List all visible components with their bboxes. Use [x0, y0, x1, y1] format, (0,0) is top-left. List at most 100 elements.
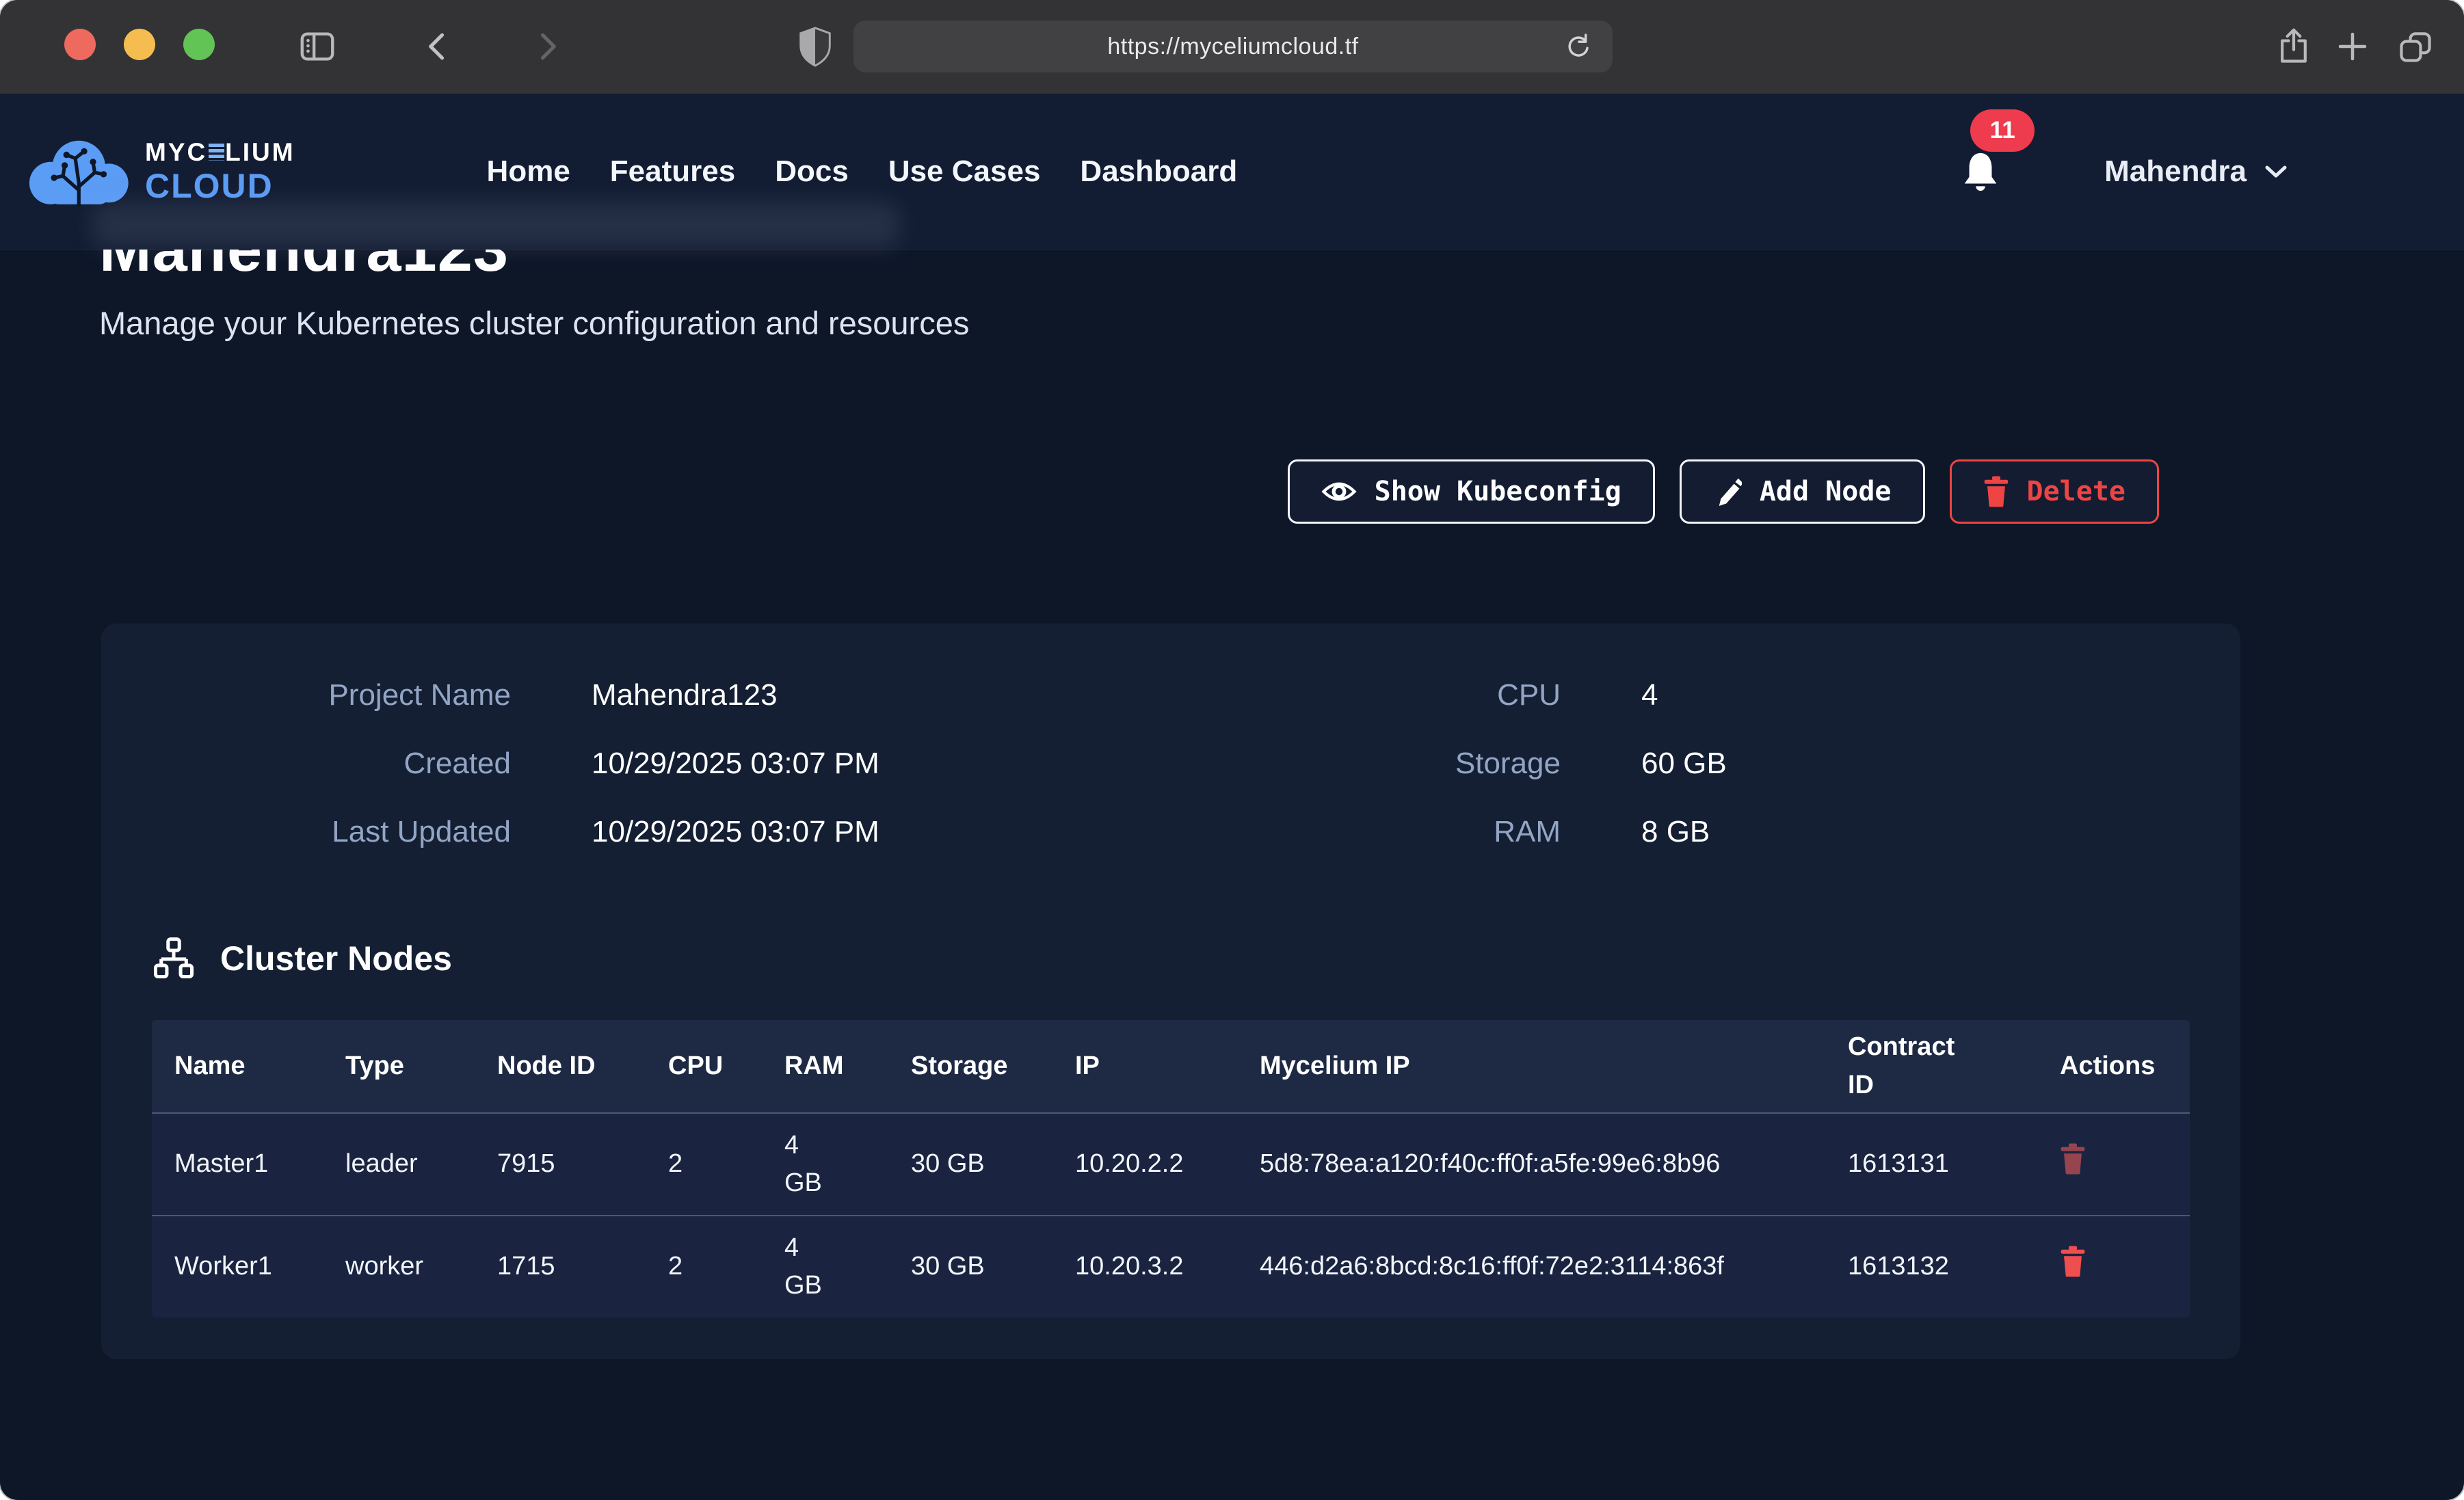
delete-cluster-button[interactable]: Delete: [1950, 459, 2160, 524]
cell-ram: 4 GB: [762, 1127, 888, 1202]
col-cpu: CPU: [646, 1047, 762, 1085]
col-ip: IP: [1052, 1047, 1237, 1085]
cell-cpu: 2: [646, 1145, 762, 1183]
tab-overview-icon: [2396, 27, 2435, 66]
cell-actions: [2037, 1246, 2190, 1288]
bell-icon: [1959, 149, 2002, 194]
nav-docs[interactable]: Docs: [775, 155, 849, 189]
browser-window: https://myceliumcloud.tf: [0, 0, 2464, 1500]
col-node-id: Node ID: [475, 1047, 646, 1085]
cluster-nodes-title: Cluster Nodes: [220, 939, 452, 978]
cpu-row: CPU 4: [1260, 678, 1727, 712]
browser-chrome: https://myceliumcloud.tf: [0, 0, 2464, 94]
logo-e-bars: E: [209, 144, 224, 161]
minimize-window-button[interactable]: [124, 29, 155, 60]
cell-contract-id: 1613131: [1825, 1145, 2037, 1183]
back-chevron-icon: [419, 27, 457, 66]
url-bar[interactable]: https://myceliumcloud.tf: [853, 21, 1613, 72]
reload-button[interactable]: [1556, 25, 1600, 68]
cell-mycelium-ip: 446:d2a6:8bcd:8c16:ff0f:72e2:3114:863f: [1237, 1248, 1825, 1285]
zoom-window-button[interactable]: [183, 29, 215, 60]
cluster-info-right: CPU 4 Storage 60 GB RAM 8 GB: [1260, 678, 1727, 849]
logo[interactable]: MYCELIUM CLOUD: [21, 131, 295, 212]
storage-row: Storage 60 GB: [1260, 747, 1727, 781]
shield-icon: [797, 26, 834, 67]
traffic-lights: [64, 29, 215, 60]
sidebar-toggle-icon: [297, 27, 337, 66]
cell-mycelium-ip: 5d8:78ea:a120:f40c:ff0f:a5fe:99e6:8b96: [1237, 1145, 1825, 1183]
cell-name: Worker1: [152, 1248, 323, 1285]
back-button[interactable]: [416, 25, 460, 68]
cluster-info-grid: Project Name Mahendra123 Created 10/29/2…: [152, 678, 2190, 849]
share-button[interactable]: [2272, 25, 2316, 68]
show-kubeconfig-button[interactable]: Show Kubeconfig: [1288, 459, 1655, 524]
cell-contract-id: 1613132: [1825, 1248, 2037, 1285]
notification-badge: 11: [1970, 109, 2035, 152]
new-tab-button[interactable]: [2331, 25, 2374, 68]
logo-text: MYCELIUM CLOUD: [145, 139, 295, 203]
logo-line2: CLOUD: [145, 169, 295, 203]
refresh-icon: [1563, 31, 1594, 62]
col-storage: Storage: [888, 1047, 1052, 1085]
delete-label: Delete: [2027, 476, 2126, 507]
project-name-label: Project Name: [152, 678, 511, 712]
col-actions: Actions: [2037, 1047, 2190, 1085]
tab-overview-button[interactable]: [2394, 25, 2437, 68]
last-updated-label: Last Updated: [152, 815, 511, 849]
url-text: https://myceliumcloud.tf: [1107, 34, 1358, 60]
eye-icon: [1321, 478, 1357, 505]
trash-icon: [2060, 1143, 2086, 1175]
pencil-icon: [1713, 476, 1742, 507]
page-subtitle: Manage your Kubernetes cluster configura…: [99, 304, 2464, 342]
user-menu[interactable]: Mahendra: [2104, 155, 2288, 189]
page-content: Mahendra123 Manage your Kubernetes clust…: [0, 215, 2464, 1466]
cell-type: leader: [323, 1145, 475, 1183]
col-ram: RAM: [762, 1047, 888, 1085]
cpu-label: CPU: [1260, 678, 1561, 712]
user-name: Mahendra: [2104, 155, 2247, 189]
nodes-table: Name Type Node ID CPU RAM Storage IP Myc…: [152, 1020, 2190, 1317]
cell-actions: [2037, 1143, 2190, 1186]
last-updated-row: Last Updated 10/29/2025 03:07 PM: [152, 815, 1260, 849]
privacy-shield-button[interactable]: [793, 25, 837, 68]
nav-use-cases[interactable]: Use Cases: [888, 155, 1041, 189]
delete-node-button[interactable]: [2060, 1143, 2086, 1175]
header-right: 11 Mahendra: [1959, 149, 2288, 194]
logo-line1: MYCELIUM: [145, 139, 295, 165]
created-label: Created: [152, 747, 511, 781]
forward-button[interactable]: [525, 25, 569, 68]
main-nav: Home Features Docs Use Cases Dashboard: [487, 155, 1238, 189]
cell-ip: 10.20.2.2: [1052, 1145, 1237, 1183]
notifications-button[interactable]: 11: [1959, 149, 2002, 194]
node-row-master1: Master1 leader 7915 2 4 GB 30 GB 10.20.2…: [152, 1112, 2190, 1215]
chevron-down-icon: [2264, 164, 2288, 179]
nav-dashboard[interactable]: Dashboard: [1080, 155, 1237, 189]
trash-icon: [2060, 1246, 2086, 1277]
nodes-table-header: Name Type Node ID CPU RAM Storage IP Myc…: [152, 1020, 2190, 1112]
ram-row: RAM 8 GB: [1260, 815, 1727, 849]
trash-icon: [1983, 476, 2009, 507]
add-node-button[interactable]: Add Node: [1680, 459, 1925, 524]
close-window-button[interactable]: [64, 29, 96, 60]
ram-label: RAM: [1260, 815, 1561, 849]
created-value: 10/29/2025 03:07 PM: [592, 747, 879, 781]
node-row-worker1: Worker1 worker 1715 2 4 GB 30 GB 10.20.3…: [152, 1215, 2190, 1317]
cluster-info-left: Project Name Mahendra123 Created 10/29/2…: [152, 678, 1260, 849]
sidebar-toggle-button[interactable]: [295, 25, 339, 68]
cell-cpu: 2: [646, 1248, 762, 1285]
cell-name: Master1: [152, 1145, 323, 1183]
storage-value: 60 GB: [1641, 747, 1727, 781]
cell-storage: 30 GB: [888, 1248, 1052, 1285]
delete-node-button[interactable]: [2060, 1246, 2086, 1277]
cell-ip: 10.20.3.2: [1052, 1248, 1237, 1285]
app-header: MYCELIUM CLOUD Home Features Docs Use Ca…: [0, 94, 2464, 250]
last-updated-value: 10/29/2025 03:07 PM: [592, 815, 879, 849]
cell-storage: 30 GB: [888, 1145, 1052, 1183]
col-mycelium-ip: Mycelium IP: [1237, 1047, 1825, 1085]
cluster-actions: Show Kubeconfig Add Node Delete: [0, 459, 2159, 524]
nav-home[interactable]: Home: [487, 155, 570, 189]
plus-icon: [2334, 28, 2371, 65]
nav-features[interactable]: Features: [610, 155, 735, 189]
cpu-value: 4: [1641, 678, 1658, 712]
project-name-row: Project Name Mahendra123: [152, 678, 1260, 712]
